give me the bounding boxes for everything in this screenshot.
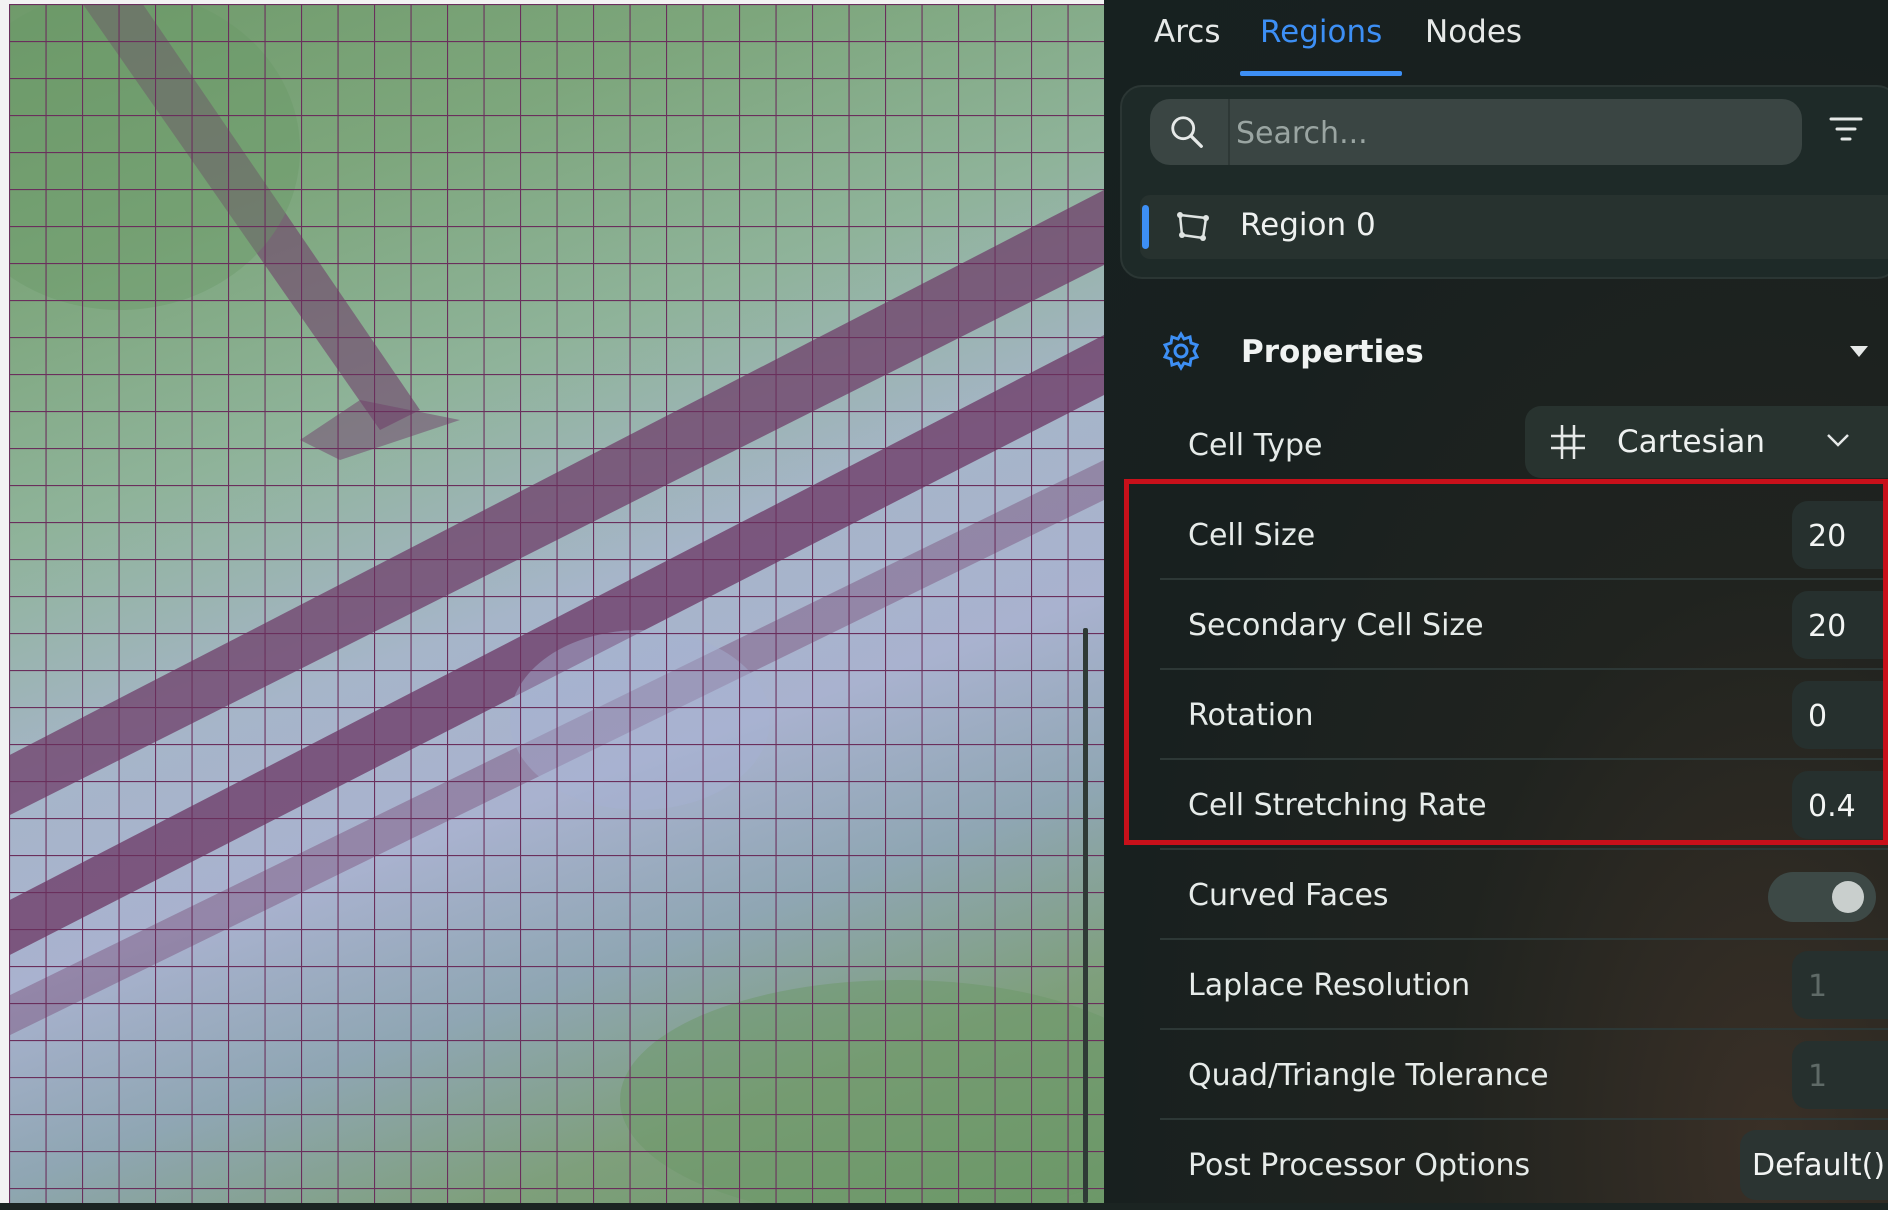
property-row-curved-faces: Curved Faces <box>1160 850 1888 940</box>
tab-arcs[interactable]: Arcs <box>1154 14 1220 50</box>
filter-icon[interactable] <box>1829 115 1863 145</box>
map-canvas[interactable] <box>0 0 1104 1203</box>
search-icon <box>1171 116 1203 148</box>
cartesian-grid-icon <box>1551 425 1585 459</box>
cell-size-input[interactable] <box>1806 501 1888 571</box>
section-title-properties: Properties <box>1241 334 1424 370</box>
region-label: Region 0 <box>1240 207 1376 243</box>
curved-faces-label: Curved Faces <box>1188 878 1389 913</box>
canvas-scrollbar[interactable] <box>1083 628 1088 1203</box>
cell-type-label: Cell Type <box>1188 428 1323 463</box>
search-divider <box>1228 99 1230 165</box>
secondary-cell-size-field-box <box>1792 591 1888 661</box>
rotation-input[interactable] <box>1806 681 1888 751</box>
search-input[interactable] <box>1234 99 1798 167</box>
toggle-knob <box>1832 881 1864 913</box>
post-processor-options-value: Default() <box>1752 1148 1886 1183</box>
quad-triangle-tolerance-label: Quad/Triangle Tolerance <box>1188 1058 1549 1093</box>
selected-indicator <box>1142 205 1149 249</box>
canvas-top-edge <box>0 0 1104 4</box>
canvas-left-edge <box>0 0 9 1203</box>
property-row-secondary-cell-size: Secondary Cell Size <box>1160 580 1888 670</box>
cell-size-field-box <box>1792 501 1888 571</box>
quad-triangle-tolerance-field-box <box>1792 1041 1888 1111</box>
tab-nodes[interactable]: Nodes <box>1425 14 1522 50</box>
post-processor-options-button[interactable]: Default() <box>1740 1130 1888 1200</box>
property-row-post-processor-options: Post Processor Options Default() <box>1160 1120 1888 1210</box>
active-tab-indicator <box>1240 71 1402 76</box>
post-processor-options-label: Post Processor Options <box>1188 1148 1531 1183</box>
laplace-resolution-label: Laplace Resolution <box>1188 968 1471 1003</box>
cell-type-dropdown[interactable]: Cartesian <box>1525 406 1888 478</box>
chevron-down-icon <box>1827 434 1849 447</box>
tab-regions[interactable]: Regions <box>1260 14 1382 50</box>
quad-triangle-tolerance-input[interactable] <box>1806 1041 1888 1111</box>
cell-stretching-rate-input[interactable] <box>1806 771 1888 841</box>
property-row-quad-triangle-tolerance: Quad/Triangle Tolerance <box>1160 1030 1888 1120</box>
cell-type-value: Cartesian <box>1617 424 1766 460</box>
secondary-cell-size-label: Secondary Cell Size <box>1188 608 1484 643</box>
property-row-cell-size: Cell Size <box>1160 490 1888 580</box>
laplace-resolution-field-box <box>1792 951 1888 1021</box>
polygon-region-icon <box>1177 212 1209 241</box>
gear-icon <box>1162 331 1200 371</box>
cell-size-label: Cell Size <box>1188 518 1316 553</box>
rotation-field-box <box>1792 681 1888 751</box>
property-row-rotation: Rotation <box>1160 670 1888 760</box>
cell-stretching-rate-label: Cell Stretching Rate <box>1188 788 1487 823</box>
rotation-label: Rotation <box>1188 698 1314 733</box>
mesh-grid-overlay <box>0 0 1104 1203</box>
property-row-laplace-resolution: Laplace Resolution <box>1160 940 1888 1030</box>
laplace-resolution-input[interactable] <box>1806 951 1888 1021</box>
cell-stretching-rate-field-box <box>1792 771 1888 841</box>
tab-bar: Arcs Regions Nodes <box>1104 0 1888 80</box>
list-item-region[interactable]: Region 0 <box>1140 195 1888 259</box>
search-box <box>1150 99 1802 167</box>
region-list-card: Region 0 <box>1120 85 1888 279</box>
collapse-caret-icon[interactable] <box>1850 346 1868 357</box>
property-row-cell-stretching-rate: Cell Stretching Rate <box>1160 760 1888 850</box>
secondary-cell-size-input[interactable] <box>1806 591 1888 661</box>
curved-faces-toggle[interactable] <box>1768 872 1876 922</box>
